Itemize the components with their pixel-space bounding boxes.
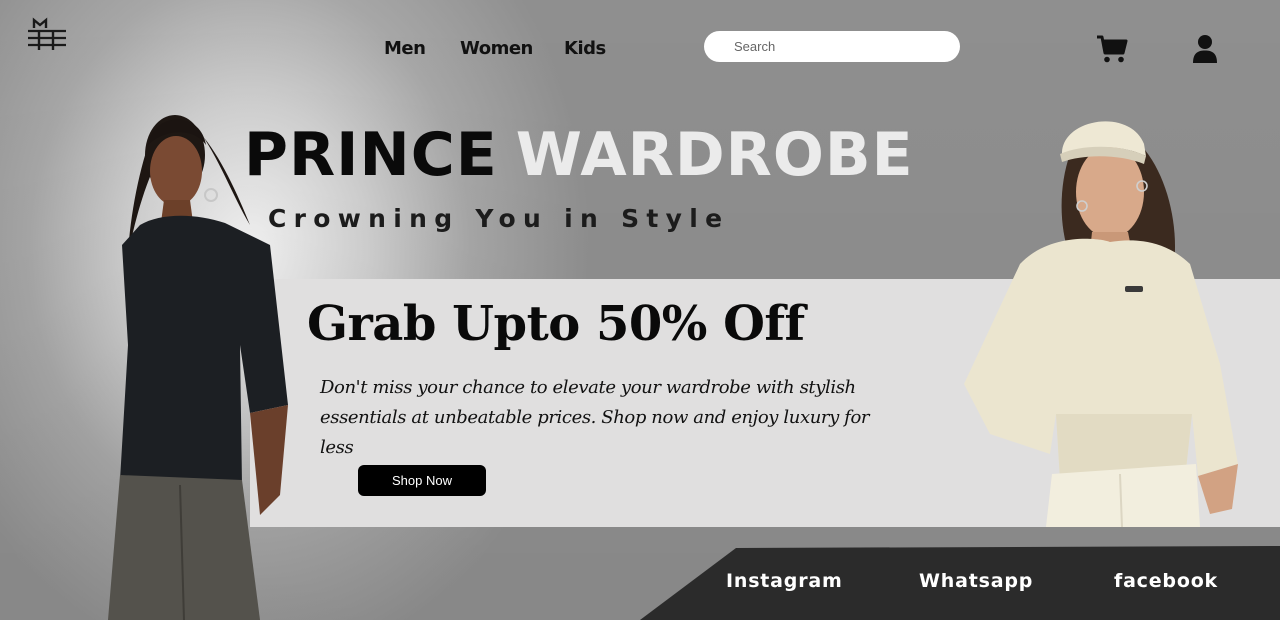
brand-title: PRINCE WARDROBE [244,122,914,188]
shop-now-button[interactable]: Shop Now [358,465,486,496]
social-link-facebook[interactable]: facebook [1114,570,1218,592]
nav-kids[interactable]: Kids [564,38,606,59]
logo-icon[interactable] [26,16,68,52]
model-image-left [108,115,288,620]
search-input[interactable] [704,31,960,62]
social-link-whatsapp[interactable]: Whatsapp [919,570,1033,592]
promo-description: Don't miss your chance to elevate your w… [320,377,870,458]
shopping-cart-icon[interactable] [1096,34,1128,64]
user-icon[interactable] [1192,34,1218,64]
promo-title: Grab Upto 50% Off [307,296,805,352]
nav-women[interactable]: Women [460,38,533,59]
brand-title-light: WARDROBE [515,120,914,190]
brand-tagline: Crowning You in Style [268,204,730,233]
social-link-instagram[interactable]: Instagram [726,570,843,592]
model-image-right [964,121,1238,527]
nav-men[interactable]: Men [384,38,426,59]
